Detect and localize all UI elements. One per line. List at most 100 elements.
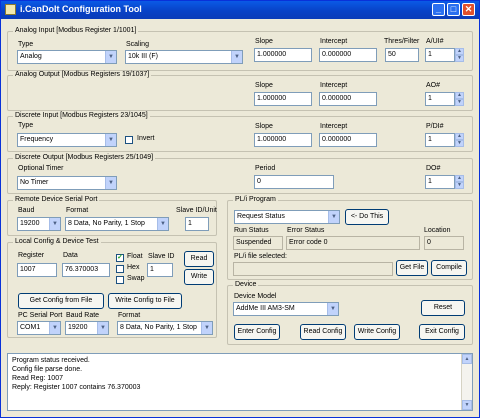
di-intercept-field[interactable]: 0.000000 — [319, 133, 377, 147]
spin-down-icon[interactable]: ▼ — [455, 55, 464, 62]
main-window: i.CanDoIt Configuration Tool _ □ ✕ Analo… — [0, 0, 480, 418]
plc-file-label: PL/i file selected: — [234, 253, 287, 260]
device-group: Device Device Model AddMe III AM3-SM ▼ Re… — [227, 281, 473, 345]
float-checkbox[interactable]: ✓ — [116, 254, 124, 262]
close-button[interactable]: ✕ — [462, 3, 475, 16]
chevron-down-icon[interactable]: ▼ — [97, 322, 108, 334]
location-label: Location — [424, 227, 451, 234]
chevron-down-icon[interactable]: ▼ — [49, 322, 60, 334]
ai-ui-field[interactable]: 1 — [425, 48, 455, 62]
data-field[interactable]: 76.370003 — [62, 263, 110, 277]
get-file-button[interactable]: Get File — [396, 260, 428, 276]
request-select[interactable]: Request Status ▼ — [234, 210, 340, 224]
chevron-down-icon[interactable]: ▼ — [105, 51, 116, 63]
exit-config-button[interactable]: Exit Config — [419, 324, 465, 340]
spin-up-icon[interactable]: ▲ — [455, 133, 464, 140]
local-slave-label: Slave ID — [148, 253, 175, 260]
scroll-up-icon[interactable]: ▲ — [462, 354, 472, 364]
spin-up-icon[interactable]: ▲ — [455, 48, 464, 55]
spin-down-icon[interactable]: ▼ — [455, 99, 464, 106]
ao-number-field[interactable]: 1 — [425, 92, 455, 106]
pc-format-select[interactable]: 8 Data, No Parity, 1 Stop ▼ — [117, 321, 213, 335]
enter-config-button[interactable]: Enter Config — [234, 324, 280, 340]
invert-checkbox[interactable] — [125, 136, 133, 144]
ao-intercept-field[interactable]: 0.000000 — [319, 92, 377, 106]
chevron-down-icon[interactable]: ▼ — [201, 322, 212, 334]
ai-ui-spinner[interactable]: ▲ ▼ — [455, 48, 464, 62]
ai-scaling-select[interactable]: 10k III (F) ▼ — [125, 50, 243, 64]
pc-format-label: Format — [118, 312, 141, 319]
write-config-button[interactable]: Write Config — [354, 324, 400, 340]
chevron-down-icon[interactable]: ▼ — [105, 134, 116, 146]
maximize-button[interactable]: □ — [447, 3, 460, 16]
local-config-group: Local Config & Device Test Register 1007… — [7, 238, 217, 338]
do-number-field[interactable]: 1 — [425, 175, 455, 189]
device-model-label: Device Model — [234, 293, 277, 300]
chevron-down-icon[interactable]: ▼ — [157, 218, 168, 230]
plc-file-field — [233, 262, 393, 276]
status-log[interactable]: Program status received. Config file par… — [7, 353, 473, 411]
device-legend: Device — [233, 281, 259, 288]
ao-slope-field[interactable]: 1.000000 — [254, 92, 312, 106]
window-title: i.CanDoIt Configuration Tool — [20, 4, 142, 14]
reset-button[interactable]: Reset — [421, 300, 465, 316]
ai-slope-field[interactable]: 1.000000 — [254, 48, 312, 62]
get-config-file-button[interactable]: Get Config from File — [18, 293, 104, 309]
di-slope-field[interactable]: 1.000000 — [254, 133, 312, 147]
write-button[interactable]: Write — [184, 269, 214, 285]
ai-type-select[interactable]: Analog ▼ — [17, 50, 117, 64]
pc-format-value: 8 Data, No Parity, 1 Stop — [120, 324, 197, 331]
swap-checkbox[interactable] — [116, 276, 124, 284]
chevron-down-icon[interactable]: ▼ — [327, 303, 338, 315]
scroll-down-icon[interactable]: ▼ — [462, 400, 472, 410]
write-config-file-button[interactable]: Write Config to File — [108, 293, 182, 309]
analog-output-group: Analog Output [Modbus Registers 19/1037]… — [7, 71, 473, 111]
register-field[interactable]: 1007 — [17, 263, 57, 277]
di-number-field[interactable]: 1 — [425, 133, 455, 147]
remote-format-select[interactable]: 8 Data, No Parity, 1 Stop ▼ — [65, 217, 169, 231]
log-scrollbar[interactable]: ▲ ▼ — [461, 354, 472, 410]
ao-number-spinner[interactable]: ▲ ▼ — [455, 92, 464, 106]
di-type-select[interactable]: Frequency ▼ — [17, 133, 117, 147]
device-model-select[interactable]: AddMe III AM3-SM ▼ — [233, 302, 339, 316]
remote-slave-field[interactable]: 1 — [185, 217, 209, 231]
hex-checkbox[interactable] — [116, 265, 124, 273]
ai-scaling-value: 10k III (F) — [128, 53, 158, 60]
do-this-button[interactable]: <- Do This — [345, 209, 389, 225]
spin-down-icon[interactable]: ▼ — [455, 182, 464, 189]
ai-thres-field[interactable]: 50 — [385, 48, 419, 62]
ai-type-value: Analog — [20, 53, 42, 60]
run-status-field: Suspended — [233, 236, 283, 250]
ai-slope-label: Slope — [255, 38, 273, 45]
read-button[interactable]: Read — [184, 251, 214, 267]
period-field[interactable]: 0 — [254, 175, 334, 189]
pc-port-select[interactable]: COM1 ▼ — [17, 321, 61, 335]
spin-down-icon[interactable]: ▼ — [455, 140, 464, 147]
register-label: Register — [18, 252, 45, 259]
remote-slave-label: Slave ID/Unit — [176, 207, 217, 214]
ai-intercept-field[interactable]: 0.000000 — [319, 48, 377, 62]
chevron-down-icon[interactable]: ▼ — [231, 51, 242, 63]
chevron-down-icon[interactable]: ▼ — [328, 211, 339, 223]
chevron-down-icon[interactable]: ▼ — [105, 177, 116, 189]
swap-label: Swap — [127, 275, 145, 282]
invert-label: Invert — [137, 135, 155, 142]
error-status-label: Error Status — [287, 227, 325, 234]
ao-number-label: AO# — [426, 82, 441, 89]
di-number-label: P/DI# — [426, 123, 444, 130]
read-config-button[interactable]: Read Config — [300, 324, 346, 340]
discrete-output-legend: Discrete Output [Modbus Registers 25/104… — [13, 154, 156, 161]
compile-button[interactable]: Compile — [431, 260, 467, 276]
remote-baud-select[interactable]: 19200 ▼ — [17, 217, 61, 231]
timer-select[interactable]: No Timer ▼ — [17, 176, 117, 190]
spin-up-icon[interactable]: ▲ — [455, 175, 464, 182]
title-bar[interactable]: i.CanDoIt Configuration Tool _ □ ✕ — [1, 1, 479, 19]
local-slave-field[interactable]: 1 — [147, 263, 173, 277]
chevron-down-icon[interactable]: ▼ — [49, 218, 60, 230]
local-config-legend: Local Config & Device Test — [13, 238, 101, 245]
minimize-button[interactable]: _ — [432, 3, 445, 16]
pc-baud-select[interactable]: 19200 ▼ — [65, 321, 109, 335]
do-number-spinner[interactable]: ▲ ▼ — [455, 175, 464, 189]
spin-up-icon[interactable]: ▲ — [455, 92, 464, 99]
di-number-spinner[interactable]: ▲ ▼ — [455, 133, 464, 147]
